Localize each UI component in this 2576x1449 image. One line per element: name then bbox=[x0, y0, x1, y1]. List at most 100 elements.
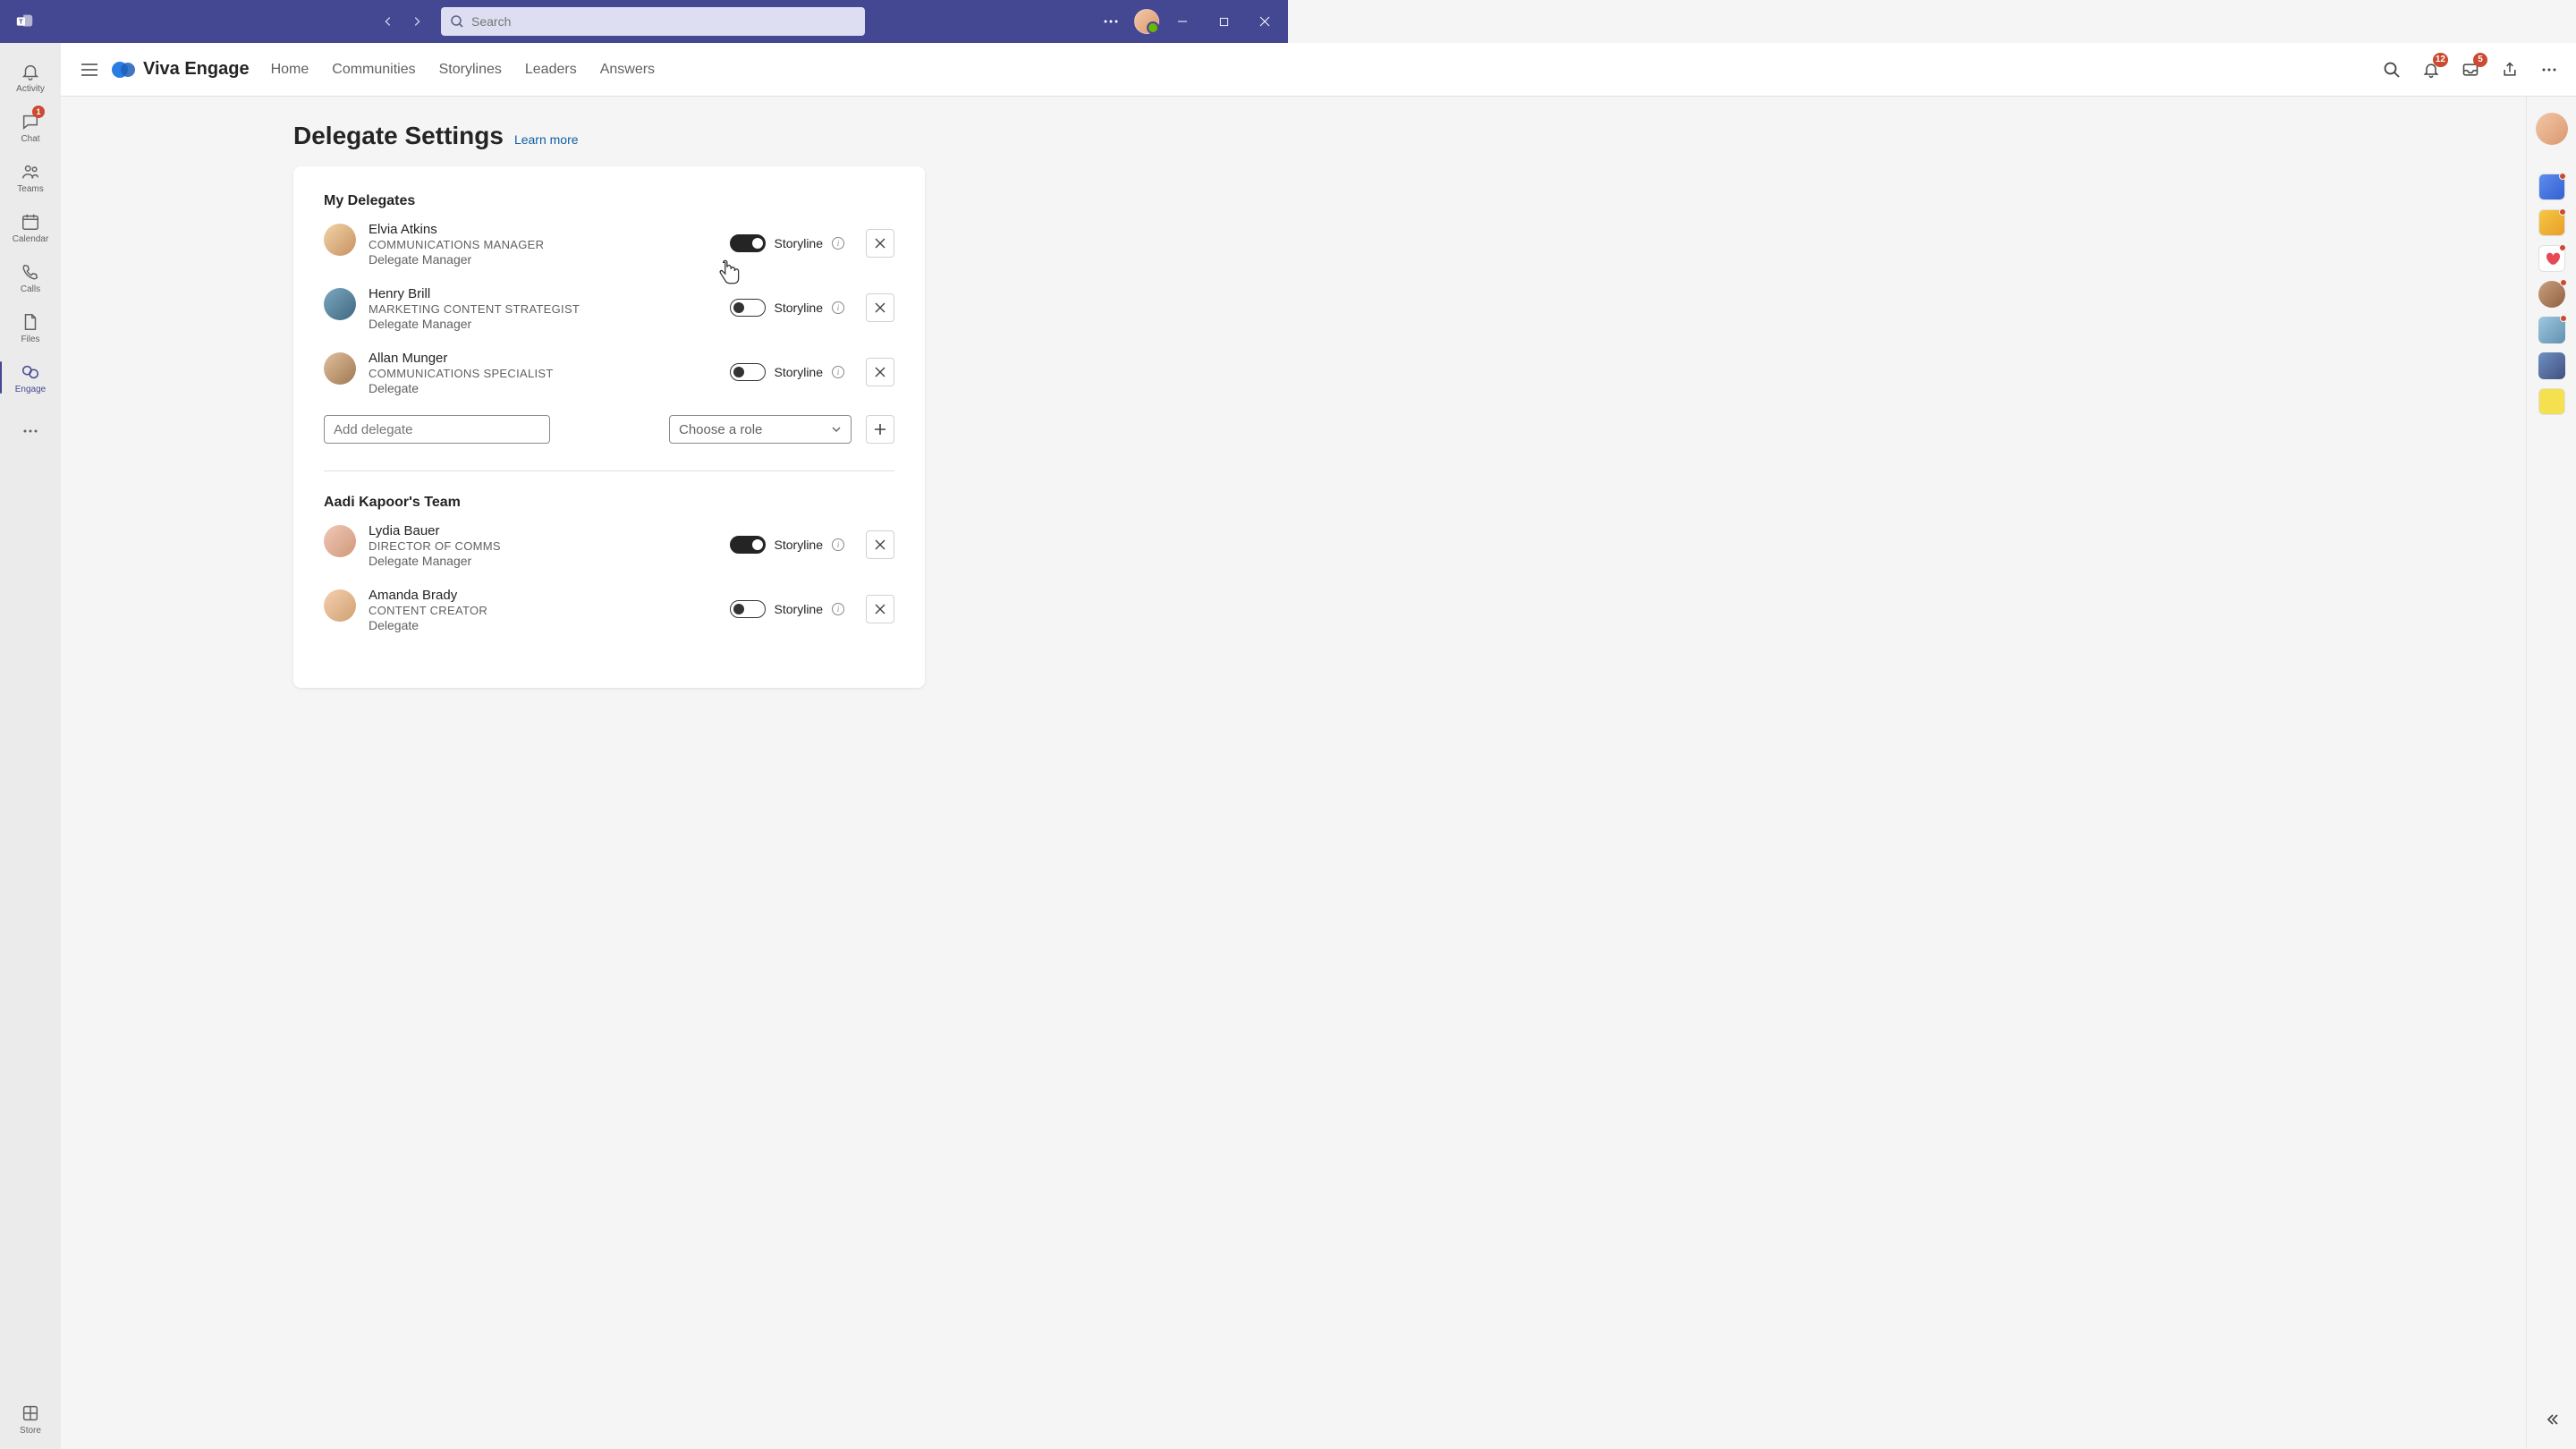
user-avatar[interactable] bbox=[1134, 9, 1159, 34]
delegate-name: Henry Brill bbox=[369, 286, 730, 301]
nav-answers[interactable]: Answers bbox=[600, 62, 655, 78]
rail-activity[interactable]: Activity bbox=[0, 52, 61, 102]
delegate-name: Allan Munger bbox=[369, 351, 730, 366]
titlebar-controls bbox=[1093, 4, 1283, 39]
svg-text:T: T bbox=[19, 17, 23, 25]
rail-label: Chat bbox=[21, 134, 39, 144]
info-icon[interactable]: i bbox=[832, 603, 844, 615]
more-icon bbox=[20, 420, 41, 442]
delegate-name: Amanda Brady bbox=[369, 588, 730, 603]
viva-title: Viva Engage bbox=[143, 59, 250, 80]
info-icon[interactable]: i bbox=[832, 301, 844, 314]
nav-forward-button[interactable] bbox=[404, 9, 429, 34]
engage-icon bbox=[20, 361, 41, 383]
presence-app[interactable] bbox=[2538, 245, 2565, 272]
delegate-role: Delegate Manager bbox=[369, 317, 730, 331]
ve-notifications-button[interactable]: 12 bbox=[2419, 57, 2444, 82]
delegates-card: My Delegates Elvia Atkins COMMUNICATIONS… bbox=[293, 166, 925, 688]
bell-icon bbox=[20, 61, 41, 82]
delegate-controls: Storyline i bbox=[730, 595, 894, 623]
avatar bbox=[324, 288, 356, 320]
calendar-icon bbox=[20, 211, 41, 233]
rail-teams[interactable]: Teams bbox=[0, 152, 61, 202]
delegate-role: Delegate bbox=[369, 618, 730, 632]
close-button[interactable] bbox=[1247, 4, 1283, 39]
rail-label: Store bbox=[20, 1426, 41, 1436]
remove-delegate-button[interactable] bbox=[866, 530, 894, 559]
info-icon[interactable]: i bbox=[832, 538, 844, 551]
add-delegate-input[interactable] bbox=[324, 415, 550, 444]
rail-label: Calendar bbox=[13, 234, 49, 244]
rail-chat[interactable]: 1 Chat bbox=[0, 102, 61, 152]
nav-storylines[interactable]: Storylines bbox=[439, 62, 502, 78]
chevron-down-icon bbox=[831, 424, 842, 435]
content-area: Delegate Settings Learn more My Delegate… bbox=[61, 97, 2526, 1449]
presence-avatar[interactable] bbox=[2538, 352, 2565, 379]
collapse-sidebar-button[interactable] bbox=[2545, 1412, 2559, 1431]
viva-header-actions: 12 5 bbox=[2379, 57, 2562, 82]
info-icon[interactable]: i bbox=[832, 366, 844, 378]
presence-sidebar bbox=[2526, 97, 2576, 1449]
delegate-name: Elvia Atkins bbox=[369, 222, 730, 237]
rail-calendar[interactable]: Calendar bbox=[0, 202, 61, 252]
rail-label: Activity bbox=[16, 84, 45, 94]
delegate-controls: Storyline i bbox=[730, 229, 894, 258]
storyline-toggle[interactable] bbox=[730, 363, 766, 381]
rail-calls[interactable]: Calls bbox=[0, 252, 61, 302]
rail-label: Engage bbox=[15, 385, 46, 394]
role-select[interactable]: Choose a role bbox=[669, 415, 852, 444]
ve-more-button[interactable] bbox=[2537, 57, 2562, 82]
presence-app[interactable] bbox=[2538, 388, 2565, 415]
search-input[interactable] bbox=[471, 14, 856, 29]
inbox-badge: 5 bbox=[2473, 53, 2487, 67]
delegate-name: Lydia Bauer bbox=[369, 523, 730, 538]
nav-arrows bbox=[376, 9, 429, 34]
maximize-button[interactable] bbox=[1206, 4, 1241, 39]
presence-avatar[interactable] bbox=[2536, 113, 2568, 145]
presence-avatar[interactable] bbox=[2538, 281, 2565, 308]
remove-delegate-button[interactable] bbox=[866, 293, 894, 322]
rail-engage[interactable]: Engage bbox=[0, 352, 61, 402]
rail-more[interactable] bbox=[0, 406, 61, 456]
avatar bbox=[324, 224, 356, 256]
minimize-button[interactable] bbox=[1165, 4, 1200, 39]
storyline-toggle[interactable] bbox=[730, 299, 766, 317]
more-options-button[interactable] bbox=[1093, 4, 1129, 39]
delegate-info: Henry Brill MARKETING CONTENT STRATEGIST… bbox=[369, 286, 730, 331]
storyline-toggle[interactable] bbox=[730, 536, 766, 554]
ve-inbox-button[interactable]: 5 bbox=[2458, 57, 2483, 82]
ve-search-button[interactable] bbox=[2379, 57, 2404, 82]
rail-files[interactable]: Files bbox=[0, 302, 61, 352]
storyline-toggle[interactable] bbox=[730, 600, 766, 618]
nav-communities[interactable]: Communities bbox=[332, 62, 415, 78]
info-icon[interactable]: i bbox=[832, 237, 844, 250]
delegate-info: Allan Munger COMMUNICATIONS SPECIALIST D… bbox=[369, 351, 730, 395]
phone-icon bbox=[20, 261, 41, 283]
delegate-row: Amanda Brady CONTENT CREATOR Delegate St… bbox=[324, 588, 894, 632]
search-box[interactable] bbox=[441, 7, 865, 36]
nav-home[interactable]: Home bbox=[271, 62, 309, 78]
storyline-toggle[interactable] bbox=[730, 234, 766, 252]
rail-store[interactable]: Store bbox=[0, 1394, 61, 1444]
remove-delegate-button[interactable] bbox=[866, 229, 894, 258]
avatar bbox=[324, 525, 356, 557]
learn-more-link[interactable]: Learn more bbox=[514, 132, 579, 147]
presence-avatar[interactable] bbox=[2538, 317, 2565, 343]
delegate-row: Henry Brill MARKETING CONTENT STRATEGIST… bbox=[324, 286, 894, 331]
remove-delegate-button[interactable] bbox=[866, 358, 894, 386]
presence-app[interactable] bbox=[2538, 174, 2565, 200]
delegate-info: Lydia Bauer DIRECTOR OF COMMS Delegate M… bbox=[369, 523, 730, 568]
toggle-label: Storyline bbox=[775, 236, 823, 250]
add-delegate-button[interactable] bbox=[866, 415, 894, 444]
nav-leaders[interactable]: Leaders bbox=[525, 62, 577, 78]
presence-app[interactable] bbox=[2538, 209, 2565, 236]
people-icon bbox=[20, 161, 41, 182]
search-icon bbox=[450, 14, 464, 29]
delegate-role: Delegate bbox=[369, 381, 730, 395]
toggle-label: Storyline bbox=[775, 301, 823, 315]
rail-label: Teams bbox=[17, 184, 43, 194]
ve-share-button[interactable] bbox=[2497, 57, 2522, 82]
hamburger-button[interactable] bbox=[75, 55, 104, 84]
remove-delegate-button[interactable] bbox=[866, 595, 894, 623]
nav-back-button[interactable] bbox=[376, 9, 401, 34]
